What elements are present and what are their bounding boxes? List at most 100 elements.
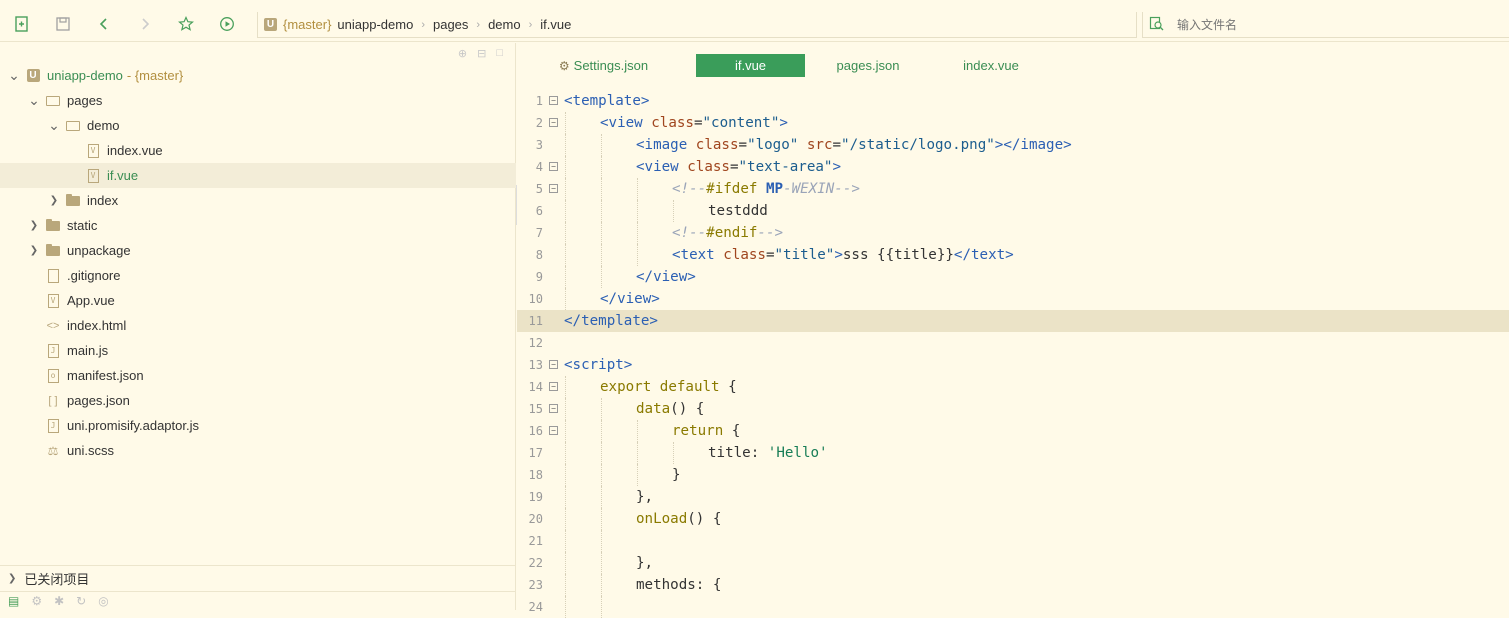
code-line[interactable]: 3 <image class="logo" src="/static/logo.p… (517, 134, 1509, 156)
code-line[interactable]: 14− export default { (517, 376, 1509, 398)
code-line[interactable]: 4− <view class="text-area"> (517, 156, 1509, 178)
code-line[interactable]: 13− <script> (517, 354, 1509, 376)
tree-file-item[interactable]: .gitignore (0, 263, 516, 288)
project-manager-icon[interactable]: ▤ (8, 594, 19, 608)
code-line[interactable]: 23 methods: { (517, 574, 1509, 596)
code-line[interactable]: 15− data() { (517, 398, 1509, 420)
code-line[interactable]: 11 </template> (517, 310, 1509, 332)
breadcrumb-separator-icon: › (421, 18, 425, 31)
tree-item-label: uni.scss (67, 443, 114, 458)
save-icon[interactable] (54, 15, 72, 33)
line-number: 11 (528, 314, 543, 328)
tree-folder-item[interactable]: ⌄ demo (0, 113, 516, 138)
tree-item-label: demo (87, 118, 120, 133)
code-line[interactable]: 9 </view> (517, 266, 1509, 288)
layout-icon[interactable]: □ (496, 47, 503, 60)
new-file-icon[interactable] (13, 15, 31, 33)
indent-guide (601, 574, 602, 596)
bug-icon[interactable]: ✱ (54, 594, 64, 608)
tree-file-item[interactable]: Vindex.vue (0, 138, 516, 163)
indent-guide (565, 200, 566, 222)
tree-file-item[interactable]: V App.vue (0, 288, 516, 313)
code-token: onLoad (636, 511, 688, 527)
breadcrumb-item-demo[interactable]: demo (488, 17, 521, 32)
fold-toggle-icon[interactable]: − (549, 96, 558, 105)
fold-toggle-icon[interactable]: − (549, 184, 558, 193)
code-line[interactable]: 18} (517, 464, 1509, 486)
code-line[interactable]: 16− return { (517, 420, 1509, 442)
code-line[interactable]: 20 onLoad() { (517, 508, 1509, 530)
code-line[interactable]: 1− <template> (517, 90, 1509, 112)
breadcrumb-item-pages[interactable]: pages (433, 17, 468, 32)
run-icon[interactable] (218, 15, 236, 33)
code-token: title: (708, 445, 768, 461)
tab-pages-json[interactable]: pages.json (826, 54, 910, 77)
tab-settings-json[interactable]: ⚙ Settings.json (551, 54, 656, 77)
file-search-input[interactable] (1177, 17, 1477, 32)
chevron-right-icon[interactable]: ❯ (47, 195, 61, 206)
tree-file-item[interactable]: Juni.promisify.adaptor.js (0, 413, 516, 438)
indent-guide (637, 442, 638, 464)
code-line[interactable]: 8 <text class="title">sss {{title}}</text… (517, 244, 1509, 266)
code-line[interactable]: 24 (517, 596, 1509, 618)
code-line[interactable]: 7 <!--#endif--> (517, 222, 1509, 244)
fold-toggle-icon[interactable]: − (549, 382, 558, 391)
code-line[interactable]: 21 (517, 530, 1509, 552)
tree-file-item[interactable]: ⚖ uni.scss (0, 438, 516, 463)
code-text: } (672, 464, 681, 486)
line-number: 13 (528, 358, 543, 372)
fold-toggle-icon[interactable]: − (549, 118, 558, 127)
tab-index-vue[interactable]: index.vue (954, 54, 1028, 77)
forward-icon[interactable] (136, 15, 154, 33)
tree-file-item[interactable]: Jmain.js (0, 338, 516, 363)
chevron-right-icon[interactable]: ❯ (27, 220, 41, 231)
indent-guide (637, 420, 638, 442)
globe-icon[interactable]: ◎ (98, 594, 108, 608)
tree-folder-item[interactable]: ❯ static (0, 213, 516, 238)
code-line[interactable]: 6 testddd (517, 200, 1509, 222)
code-line[interactable]: 5− <!--#ifdef MP-WEXIN--> (517, 178, 1509, 200)
code-token: </template> (564, 313, 658, 329)
tree-folder-item[interactable]: ❯ index (0, 188, 516, 213)
line-number: 17 (528, 446, 543, 460)
code-line[interactable]: 22}, (517, 552, 1509, 574)
android-icon[interactable]: ⚙ (31, 594, 42, 608)
tree-file-item[interactable]: <> index.html (0, 313, 516, 338)
breadcrumb-item-file[interactable]: if.vue (540, 17, 571, 32)
tree-file-item[interactable]: [ ] pages.json (0, 388, 516, 413)
breadcrumb-branch[interactable]: {master} (283, 17, 331, 32)
fold-toggle-icon[interactable]: − (549, 426, 558, 435)
locate-icon[interactable]: ⊕ (458, 47, 467, 60)
code-token: <template> (564, 93, 650, 109)
code-line[interactable]: 17 title: 'Hello' (517, 442, 1509, 464)
breadcrumb-item-project[interactable]: uniapp-demo (337, 17, 413, 32)
line-number: 16 (528, 424, 543, 438)
code-area[interactable]: 1− <template> 2− <view class="content"> 3 <im… (517, 90, 1509, 618)
chevron-right-icon[interactable]: ❯ (27, 245, 41, 256)
tab-if-vue[interactable]: if.vue (696, 54, 805, 77)
code-line[interactable]: 12 (517, 332, 1509, 354)
folder-icon (65, 193, 81, 208)
tree-folder-item[interactable]: ⌄ pages (0, 88, 516, 113)
fold-toggle-icon[interactable]: − (549, 162, 558, 171)
code-token: "text-area" (738, 159, 833, 175)
closed-projects-section[interactable]: ❯ 已关闭项目 (0, 565, 516, 591)
star-icon[interactable] (177, 15, 195, 33)
tree-project-item[interactable]: ⌄ Uuniapp-demo - {master} (0, 63, 516, 88)
chevron-down-icon[interactable]: ⌄ (47, 117, 61, 134)
code-line[interactable]: 10 </view> (517, 288, 1509, 310)
tree-file-item[interactable]: Vif.vue (0, 163, 516, 188)
code-line[interactable]: 2− <view class="content"> (517, 112, 1509, 134)
back-icon[interactable] (95, 15, 113, 33)
code-line[interactable]: 19}, (517, 486, 1509, 508)
code-token: -WEXIN--> (783, 181, 860, 197)
tree-file-item[interactable]: o manifest.json (0, 363, 516, 388)
chevron-down-icon[interactable]: ⌄ (7, 67, 21, 84)
collapse-all-icon[interactable]: ⊟ (477, 47, 486, 60)
code-token: <image (636, 137, 696, 153)
fold-toggle-icon[interactable]: − (549, 360, 558, 369)
tree-folder-item[interactable]: ❯ unpackage (0, 238, 516, 263)
fold-toggle-icon[interactable]: − (549, 404, 558, 413)
refresh-icon[interactable]: ↻ (76, 594, 86, 608)
chevron-down-icon[interactable]: ⌄ (27, 92, 41, 109)
